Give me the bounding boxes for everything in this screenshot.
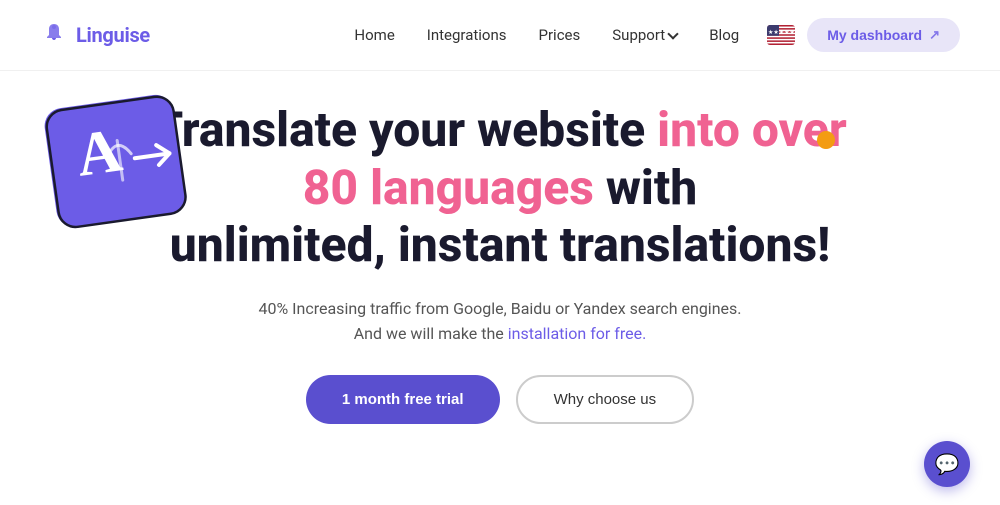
hero-subtext: 40% Increasing traffic from Google, Baid… (258, 296, 741, 347)
translate-icon: A (40, 81, 195, 236)
navbar: Linguise Home Integrations Prices Suppor… (0, 0, 1000, 71)
nav-home[interactable]: Home (354, 26, 394, 44)
hero-section: A Translate your website into over 80 la… (0, 71, 1000, 424)
chat-button[interactable]: 💬 (924, 441, 970, 487)
dashboard-label: My dashboard (827, 27, 922, 43)
why-choose-us-button[interactable]: Why choose us (516, 375, 695, 424)
nav-support[interactable]: Support (612, 26, 677, 44)
logo-icon (40, 21, 68, 49)
free-trial-button[interactable]: 1 month free trial (306, 375, 500, 424)
hero-buttons: 1 month free trial Why choose us (306, 375, 694, 424)
svg-text:★★★★★★: ★★★★★★ (768, 29, 795, 36)
nav-integrations[interactable]: Integrations (427, 26, 507, 44)
nav-blog[interactable]: Blog (709, 26, 739, 44)
logo[interactable]: Linguise (40, 21, 150, 49)
nav-links: Home Integrations Prices Support Blog (354, 26, 739, 44)
language-flag[interactable]: ★★★★★★ (767, 25, 795, 45)
logo-text: Linguise (76, 23, 150, 47)
external-link-icon: ↗ (929, 27, 940, 43)
dashboard-button[interactable]: My dashboard ↗ (807, 18, 960, 52)
chat-icon: 💬 (935, 452, 960, 476)
installation-link[interactable]: installation for free. (508, 324, 647, 343)
chevron-down-icon (668, 28, 679, 39)
hero-heading-text: Translate your website into over 80 lang… (153, 116, 846, 269)
nav-prices[interactable]: Prices (539, 26, 581, 44)
hero-heading: Translate your website into over 80 lang… (153, 101, 846, 274)
decorative-dot (817, 131, 835, 149)
